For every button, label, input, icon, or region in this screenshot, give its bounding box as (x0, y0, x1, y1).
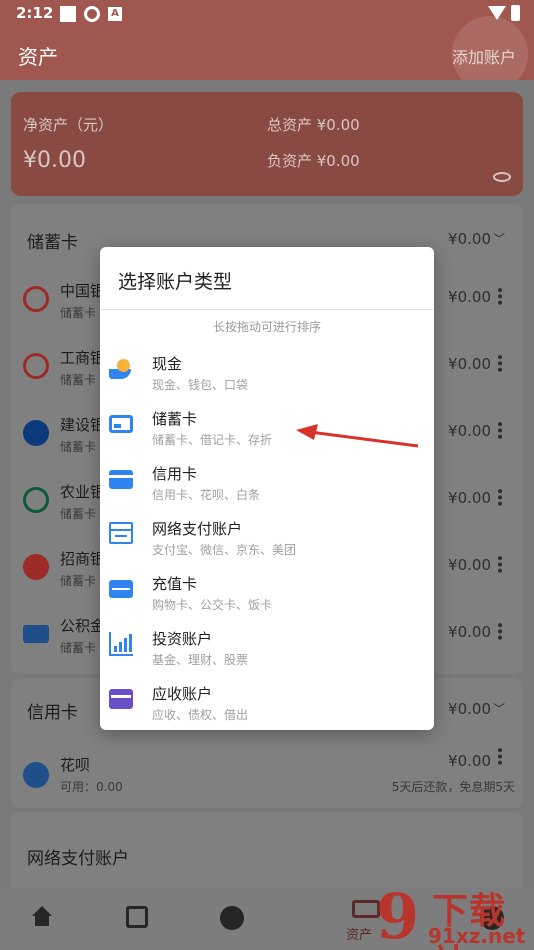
option-desc: 信用卡、花呗、白条 (152, 488, 261, 502)
account-name: 农业银 (60, 483, 106, 501)
chevron-down-icon[interactable]: ﹀ (493, 230, 505, 247)
site-watermark: 9 下载站 91xz.net (370, 880, 534, 950)
abc-logo-icon (23, 487, 49, 513)
asset-summary-card: 净资产（元） ¥0.00 总资产 ¥0.00 负资产 ¥0.00 (11, 92, 523, 196)
nav-assets-label[interactable]: 资产 (346, 924, 372, 943)
pie-chart-icon[interactable] (220, 906, 244, 930)
option-cash[interactable]: 现金 现金、钱包、口袋 (100, 345, 434, 400)
cash-hand-icon (109, 357, 133, 381)
account-amount: ¥0.00 (448, 752, 491, 770)
account-type: 储蓄卡 (60, 306, 97, 320)
account-type: 储蓄卡 (60, 641, 97, 655)
notification-square-icon (60, 6, 76, 22)
account-amount: ¥0.00 (448, 556, 491, 574)
prepaid-card-icon (109, 580, 133, 598)
visibility-eye-icon[interactable] (493, 172, 511, 182)
status-bar: 2:12 A (0, 0, 534, 28)
account-type-dialog: 选择账户类型 长按拖动可进行排序 现金 现金、钱包、口袋 储蓄卡 储蓄卡、借记卡… (100, 247, 434, 730)
watermark-domain: 91xz.net (428, 924, 526, 948)
option-name: 网络支付账户 (152, 520, 243, 538)
account-amount: ¥0.00 (448, 489, 491, 507)
account-name: 花呗 (60, 756, 91, 774)
calendar-icon[interactable] (126, 906, 148, 928)
net-assets-label: 净资产（元） (23, 116, 114, 134)
option-name: 投资账户 (152, 630, 213, 648)
cmb-logo-icon (23, 554, 49, 580)
account-name: 工商银 (60, 349, 106, 367)
account-amount: ¥0.00 (448, 288, 491, 306)
receivable-card-icon (109, 689, 133, 709)
option-name: 储蓄卡 (152, 410, 198, 428)
credit-available: 可用：0.00 (60, 780, 123, 794)
card-icon (23, 625, 49, 643)
boc-logo-icon (23, 286, 49, 312)
option-desc: 购物卡、公交卡、饭卡 (152, 598, 273, 612)
option-desc: 支付宝、微信、京东、美团 (152, 543, 297, 557)
more-vert-icon[interactable]: ••• (491, 554, 507, 573)
option-name: 充值卡 (152, 575, 198, 593)
chevron-down-icon[interactable]: ﹀ (493, 700, 505, 717)
option-name: 信用卡 (152, 465, 198, 483)
option-desc: 现金、钱包、口袋 (152, 378, 249, 392)
option-name: 应收账户 (152, 685, 213, 703)
net-assets-value: ¥0.00 (23, 148, 86, 173)
option-desc: 应收、债权、借出 (152, 708, 249, 722)
option-receivable[interactable]: 应收账户 应收、债权、借出 (100, 675, 434, 730)
account-amount: ¥0.00 (448, 355, 491, 373)
home-icon[interactable] (30, 906, 54, 930)
total-debt: 负资产 ¥0.00 (267, 152, 360, 170)
account-amount: ¥0.00 (448, 623, 491, 641)
account-name: 建设银 (60, 416, 106, 434)
savings-section-title: 储蓄卡 (27, 233, 78, 253)
more-vert-icon[interactable]: ••• (491, 420, 507, 439)
option-name: 现金 (152, 355, 183, 373)
option-credit-card[interactable]: 信用卡 信用卡、花呗、白条 (100, 455, 434, 510)
add-account-button[interactable]: 添加账户 (452, 44, 516, 68)
network-section-title: 网络支付账户 (27, 849, 129, 869)
icbc-logo-icon (23, 353, 49, 379)
sort-hint: 长按拖动可进行排序 (100, 309, 434, 335)
ccb-logo-icon (23, 420, 49, 446)
app-bar: 资产 添加账户 (0, 16, 534, 92)
option-investment[interactable]: 投资账户 基金、理财、股票 (100, 620, 434, 675)
dialog-title: 选择账户类型 (118, 271, 233, 293)
more-vert-icon[interactable]: ••• (491, 487, 507, 506)
account-amount: ¥0.00 (448, 422, 491, 440)
account-name: 中国银 (60, 282, 106, 300)
debit-card-icon (109, 415, 133, 433)
account-type: 储蓄卡 (60, 507, 97, 521)
credit-section-amount: ¥0.00 (448, 700, 491, 718)
more-vert-icon[interactable]: ••• (491, 621, 507, 640)
watermark-logo-digit: 9 (376, 880, 420, 950)
account-type: 储蓄卡 (60, 373, 97, 387)
account-type: 储蓄卡 (60, 574, 97, 588)
investment-chart-icon (109, 632, 133, 656)
battery-icon (511, 5, 520, 21)
option-desc: 基金、理财、股票 (152, 653, 249, 667)
repayment-note: 5天后还款，免息期5天 (391, 780, 515, 794)
more-vert-icon[interactable]: ••• (491, 353, 507, 372)
account-name: 招商银 (60, 550, 106, 568)
total-assets: 总资产 ¥0.00 (267, 116, 360, 134)
notification-a-icon: A (108, 7, 122, 21)
more-vert-icon[interactable]: ••• (491, 286, 507, 305)
more-vert-icon[interactable]: ••• (491, 746, 507, 765)
status-time: 2:12 (16, 4, 54, 22)
option-online-payment[interactable]: 网络支付账户 支付宝、微信、京东、美团 (100, 510, 434, 565)
credit-section-title: 信用卡 (27, 703, 78, 723)
online-payment-icon (109, 522, 133, 544)
annotation-arrow-icon (296, 424, 419, 448)
account-type: 储蓄卡 (60, 440, 97, 454)
option-prepaid-card[interactable]: 充值卡 购物卡、公交卡、饭卡 (100, 565, 434, 620)
savings-section-amount: ¥0.00 (448, 230, 491, 248)
account-name: 公积金 (60, 617, 106, 635)
notification-app-icon (84, 6, 100, 22)
option-desc: 储蓄卡、借记卡、存折 (152, 433, 273, 447)
account-row[interactable]: 花呗 可用：0.00 ¥0.00 5天后还款，免息期5天 ••• (11, 740, 523, 807)
credit-card-icon (109, 470, 133, 489)
huabei-logo-icon (23, 762, 49, 788)
page-title: 资产 (18, 45, 58, 69)
